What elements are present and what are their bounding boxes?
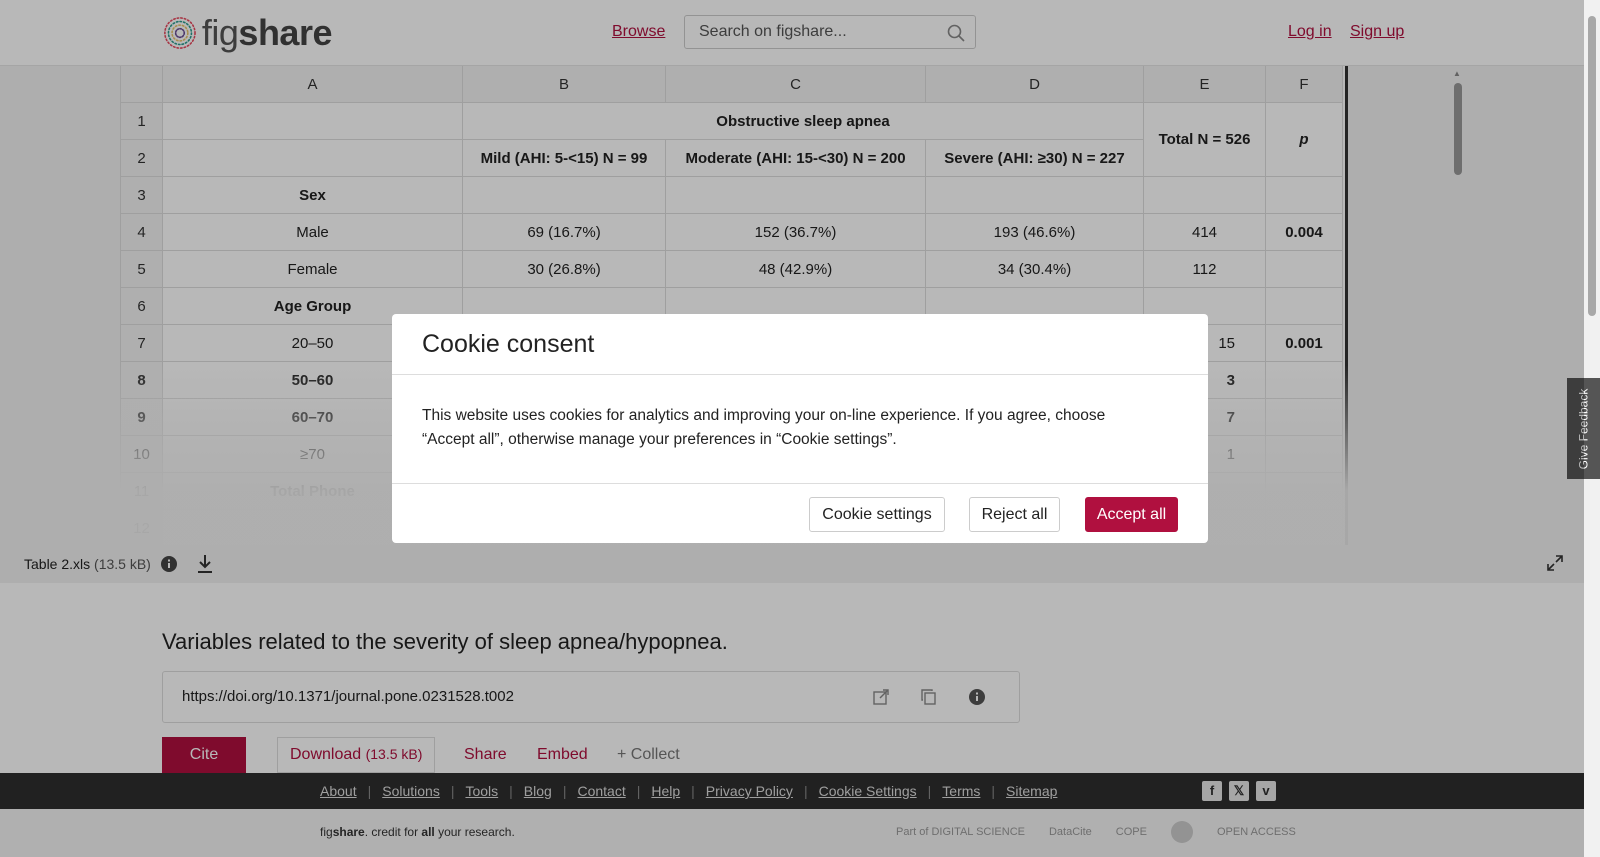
cookie-settings-button[interactable]: Cookie settings (809, 497, 945, 532)
page-scroll-thumb[interactable] (1588, 16, 1596, 316)
divider (392, 374, 1208, 375)
divider (392, 483, 1208, 484)
cookie-dialog-title: Cookie consent (422, 330, 595, 358)
cookie-dialog-body: This website uses cookies for analytics … (422, 407, 1106, 448)
reject-all-button[interactable]: Reject all (969, 497, 1060, 532)
cookie-consent-dialog: Cookie consent This website uses cookies… (392, 314, 1208, 543)
accept-all-button[interactable]: Accept all (1085, 497, 1178, 532)
